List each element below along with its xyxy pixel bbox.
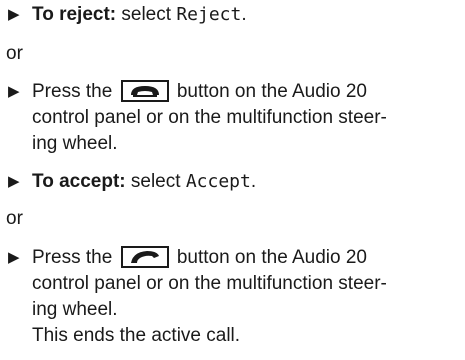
step-line-3: ing wheel. xyxy=(32,299,118,320)
step-arrow-icon: ▶ xyxy=(8,6,20,23)
step-line-3: ing wheel. xyxy=(32,133,118,154)
end-call-icon xyxy=(120,80,169,102)
step-line-1: Press the button on the Audio 20 xyxy=(32,245,465,271)
step-result: This ends the active call. xyxy=(32,325,241,346)
accept-call-icon xyxy=(120,246,169,268)
step-lead: To accept: xyxy=(32,171,126,192)
step-accept-call-button: ▶ Press the button on the Audio 20 contr… xyxy=(6,245,465,349)
step-tail: . xyxy=(250,171,257,192)
step-line-2: control panel or on the multifunction st… xyxy=(32,107,387,128)
step-accept: ▶ To accept: select Accept. xyxy=(6,169,465,195)
step-arrow-icon: ▶ xyxy=(8,83,20,100)
ui-reject-label: Reject xyxy=(176,4,242,25)
step-reject: ▶ To reject: select Reject. xyxy=(6,2,465,28)
step-text-after: button on the Audio 20 xyxy=(176,247,367,268)
separator-or: or xyxy=(6,43,23,64)
step-tail: . xyxy=(241,4,247,25)
step-text-before: Press the xyxy=(32,81,113,102)
step-text-after: button on the Audio 20 xyxy=(176,81,367,102)
step-lead: To reject: xyxy=(32,4,117,25)
step-line-2: control panel or on the multifunction st… xyxy=(32,273,387,294)
separator-or: or xyxy=(6,208,23,229)
step-line-1: Press the button on the Audio 20 xyxy=(32,79,465,105)
step-text: select xyxy=(130,171,181,192)
step-text-before: Press the xyxy=(32,247,113,268)
ui-accept-label: Accept xyxy=(185,171,251,192)
step-arrow-icon: ▶ xyxy=(8,249,20,266)
step-arrow-icon: ▶ xyxy=(8,173,20,190)
step-end-call-button: ▶ Press the button on the Audio 20 contr… xyxy=(6,79,465,157)
step-text: select xyxy=(121,4,172,25)
